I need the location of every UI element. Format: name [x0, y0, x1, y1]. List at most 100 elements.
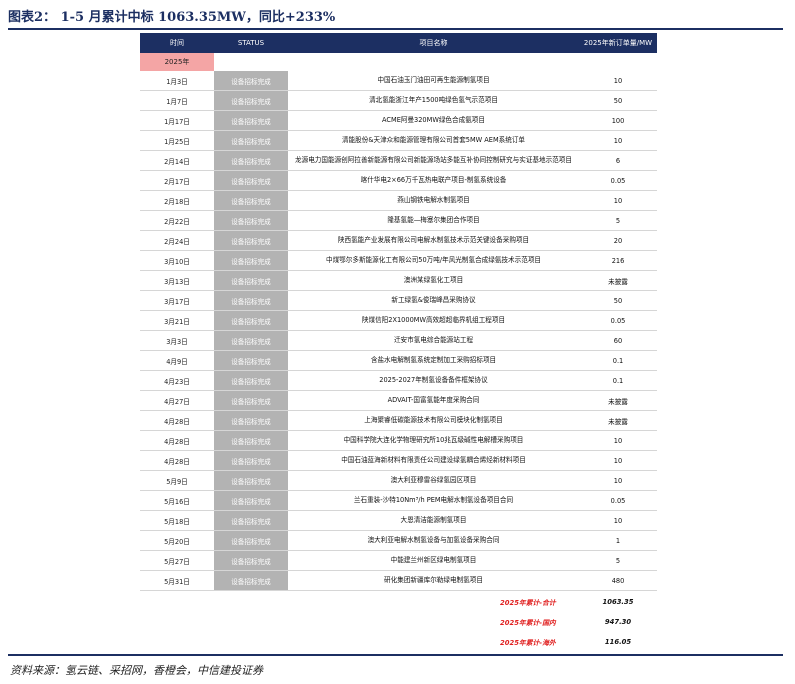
row-name: 大恩清洁能源制氢项目: [400, 515, 467, 524]
row-name: 含盐水电解制氢系统定制加工采购招标项目: [370, 355, 497, 364]
table-row: 5月16日 设备招标完成 兰石重装-沙特10Nm³/h PEM电解水制氢设备项目合同…: [140, 491, 657, 511]
row-status: 设备招标完成: [214, 511, 288, 530]
row-time: 4月27日: [164, 397, 190, 406]
bottom-rule: [8, 654, 783, 656]
summary-value: 116.05: [604, 638, 632, 646]
row-capacity: 10: [613, 456, 623, 465]
row-time: 1月17日: [164, 117, 190, 126]
summary-value: 947.30: [604, 618, 632, 626]
row-capacity: 0.1: [612, 376, 624, 385]
table-row: 2月17日 设备招标完成 喀什华电2×66万千瓦热电联产项目-制氢系统设备 0.05: [140, 171, 657, 191]
row-time: 5月20日: [164, 537, 190, 546]
table-row: 2月24日 设备招标完成 陕西氢能产业发展有限公司电解水制氢技术示范关键设备采购项目…: [140, 231, 657, 251]
summary-label: 2025年累计-合计: [500, 599, 556, 607]
table-row: 5月20日 设备招标完成 澳大利亚电解水制氢设备与加氢设备采购合同 1: [140, 531, 657, 551]
row-name: 2025-2027年制氢设备备件框架协议: [379, 375, 488, 384]
row-status: 设备招标完成: [214, 191, 288, 210]
table-header: 时间 STATUS 项目名称 2025年新订单量/MW: [140, 33, 657, 53]
table-row: 2月22日 设备招标完成 隆基氢能—梅塞尔集团合作项目 5: [140, 211, 657, 231]
row-name: 燕山钢铁电解水制氢项目: [397, 195, 470, 204]
row-name: ACME阿曼320MW绿色合成氨项目: [382, 115, 485, 124]
row-capacity: 100: [611, 116, 625, 125]
table-row: 4月27日 设备招标完成 ADVAIT-国富氢能年度采购合同 未披露: [140, 391, 657, 411]
figure-title: 图表2： 1-5 月累计中标 1063.35MW，同比+233%: [8, 10, 336, 25]
row-name: 中能建兰州新区绿电制氢项目: [390, 555, 477, 564]
row-time: 5月18日: [164, 517, 190, 526]
table-row: 4月28日 设备招标完成 上海聚睿低碳能源技术有限公司模块化制氢项目 未披露: [140, 411, 657, 431]
header-time: 时间: [170, 39, 184, 47]
row-status: 设备招标完成: [214, 131, 288, 150]
row-capacity: 0.05: [610, 316, 626, 325]
row-status: 设备招标完成: [214, 371, 288, 390]
row-time: 3月10日: [164, 257, 190, 266]
row-time: 3月13日: [164, 277, 190, 286]
row-capacity: 10: [613, 516, 623, 525]
table-row: 1月3日 设备招标完成 中国石油玉门油田可再生能源制氢项目 10: [140, 71, 657, 91]
row-capacity: 10: [613, 436, 623, 445]
header-capacity: 2025年新订单量/MW: [583, 39, 653, 47]
row-capacity: 10: [613, 196, 623, 205]
row-status: 设备招标完成: [214, 171, 288, 190]
row-name: 清能股份&天津众和能源管理有限公司首套5MW AEM系统订单: [341, 135, 526, 144]
row-capacity: 0.05: [610, 176, 626, 185]
year-label: 2025年: [140, 53, 214, 71]
table-row: 2月14日 设备招标完成 龙源电力国能源创阿拉善新能源有限公司新能源场站多能互补协同…: [140, 151, 657, 171]
row-status: 设备招标完成: [214, 351, 288, 370]
row-name: 新工绿氢&俊瑞峰昌采购协议: [391, 295, 476, 304]
row-capacity: 6: [615, 156, 621, 165]
row-status: 设备招标完成: [214, 431, 288, 450]
row-time: 2月22日: [164, 217, 190, 226]
row-name: 清北氢能浙江年产1500吨绿色氢气示范项目: [369, 95, 498, 104]
row-capacity: 未披露: [608, 417, 628, 426]
row-capacity: 未披露: [608, 397, 628, 406]
row-capacity: 5: [615, 556, 621, 565]
table-row: 4月28日 设备招标完成 中国科学院大连化学物理研究所10兆瓦级碱性电解槽采购项目 1…: [140, 431, 657, 451]
row-status: 设备招标完成: [214, 291, 288, 310]
row-status: 设备招标完成: [214, 451, 288, 470]
row-name: 迁安市氢电综合能源站工程: [393, 335, 474, 344]
title-bar: 图表2： 1-5 月累计中标 1063.35MW，同比+233%: [8, 4, 783, 30]
row-name: 澳洲某绿氢化工项目: [403, 275, 464, 284]
row-capacity: 50: [613, 296, 623, 305]
table-row: 3月10日 设备招标完成 中煤鄂尔多斯能源化工有限公司50万吨/年风光制氢合成绿氨技…: [140, 251, 657, 271]
row-time: 1月3日: [166, 77, 188, 86]
row-time: 3月3日: [166, 337, 188, 346]
row-name: 陕西氢能产业发展有限公司电解水制氢技术示范关键设备采购项目: [337, 235, 530, 244]
row-name: 中国石油玉门油田可再生能源制氢项目: [377, 75, 490, 84]
table-row: 3月3日 设备招标完成 迁安市氢电综合能源站工程 60: [140, 331, 657, 351]
table-row: 5月27日 设备招标完成 中能建兰州新区绿电制氢项目 5: [140, 551, 657, 571]
row-time: 5月16日: [164, 497, 190, 506]
summary-value: 1063.35: [602, 598, 634, 606]
row-time: 4月28日: [164, 417, 190, 426]
table-row: 1月7日 设备招标完成 清北氢能浙江年产1500吨绿色氢气示范项目 50: [140, 91, 657, 111]
table-body: 1月3日 设备招标完成 中国石油玉门油田可再生能源制氢项目 10 1月7日 设备招标完成清…: [140, 71, 657, 591]
row-status: 设备招标完成: [214, 231, 288, 250]
row-name: 上海聚睿低碳能源技术有限公司模块化制氢项目: [364, 415, 503, 424]
orders-table: 时间 STATUS 项目名称 2025年新订单量/MW 2025年 1月3日 设备…: [140, 33, 657, 591]
summary-label: 2025年累计-海外: [500, 639, 556, 647]
row-time: 1月7日: [166, 97, 188, 106]
row-status: 设备招标完成: [214, 551, 288, 570]
row-capacity: 0.05: [610, 496, 626, 505]
row-capacity: 20: [613, 236, 623, 245]
row-status: 设备招标完成: [214, 111, 288, 130]
summary-line: 2025年累计-海外 116.05: [140, 633, 657, 651]
row-capacity: 未披露: [608, 277, 628, 286]
row-name: 中国科学院大连化学物理研究所10兆瓦级碱性电解槽采购项目: [343, 435, 524, 444]
row-name: 中煤鄂尔多斯能源化工有限公司50万吨/年风光制氢合成绿氨技术示范项目: [325, 255, 542, 264]
row-status: 设备招标完成: [214, 311, 288, 330]
row-capacity: 480: [611, 576, 625, 585]
summary-line: 2025年累计-国内 947.30: [140, 613, 657, 631]
row-name: 喀什华电2×66万千瓦热电联产项目-制氢系统设备: [360, 175, 507, 184]
row-capacity: 5: [615, 216, 621, 225]
row-name: 兰石重装-沙特10Nm³/h PEM电解水制氢设备项目合同: [353, 495, 514, 504]
row-name: 澳大利亚穆雷谷绿氢园区项目: [390, 475, 477, 484]
row-time: 5月31日: [164, 577, 190, 586]
year-row: 2025年: [140, 53, 657, 71]
row-status: 设备招标完成: [214, 251, 288, 270]
row-time: 5月27日: [164, 557, 190, 566]
row-time: 2月18日: [164, 197, 190, 206]
row-status: 设备招标完成: [214, 571, 288, 590]
table-row: 5月31日 设备招标完成 研化集团新疆库尔勒绿电制氢项目 480: [140, 571, 657, 591]
row-name: 隆基氢能—梅塞尔集团合作项目: [387, 215, 480, 224]
